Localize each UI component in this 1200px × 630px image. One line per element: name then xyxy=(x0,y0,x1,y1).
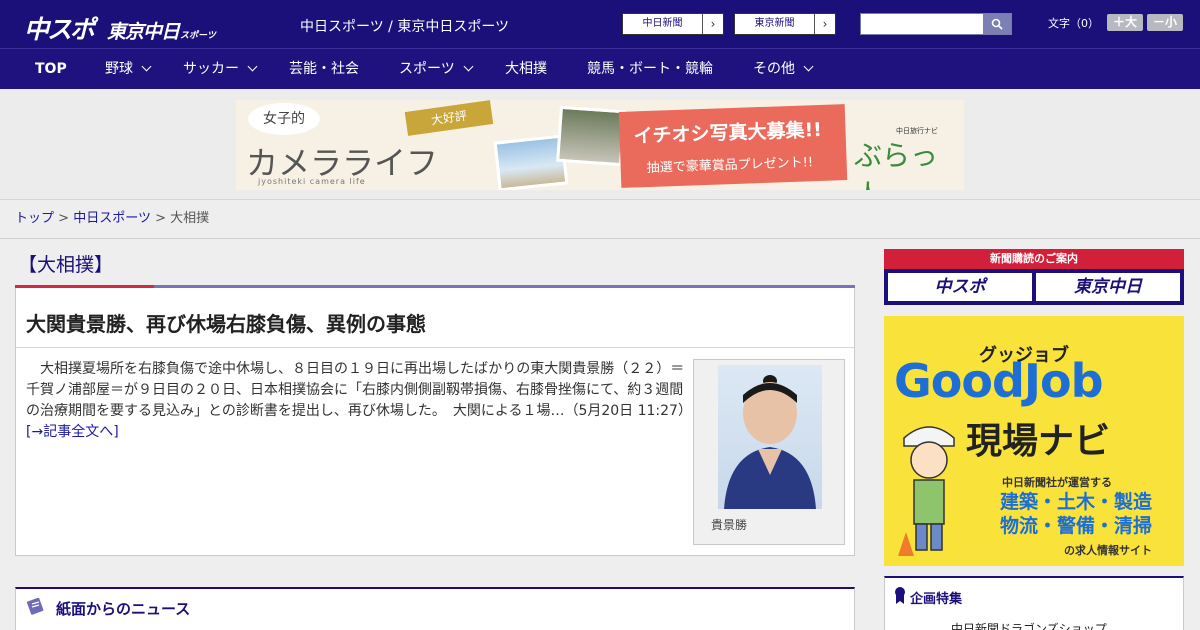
nav-label: 大相撲 xyxy=(505,61,547,77)
goodjob-subtitle: 現場ナビ xyxy=(966,421,1111,462)
read-more-link[interactable]: [→記事全文へ] xyxy=(26,424,119,440)
site-name: 中日スポーツ / 東京中日スポーツ xyxy=(300,19,510,35)
nav-label: その他 xyxy=(753,61,795,77)
nav-label: サッカー xyxy=(183,61,239,77)
camera-life-banner[interactable]: 女子的 カメラライフ jyoshiteki camera life 大好評 イチ… xyxy=(236,100,964,190)
chunichi-shimbun-label: 中日新聞 xyxy=(623,14,703,34)
font-bigger-button[interactable]: ＋大 xyxy=(1107,14,1144,31)
goodjob-fields: 建築・土木・製造 物流・警備・清掃 xyxy=(1000,491,1153,537)
news-section: 紙面からのニュース xyxy=(15,587,855,630)
worker-illustration xyxy=(898,426,955,556)
nav-label: 芸能・社会 xyxy=(289,61,359,77)
main-nav: TOP 野球 サッカー 芸能・社会 スポーツ 大相撲 競馬・ボート・競輪 その他 xyxy=(0,48,1200,89)
banner-brand: ぶらっ人 xyxy=(854,139,939,190)
special-feature-box: 企画特集 中日新聞ドラゴンズショップ xyxy=(884,576,1184,630)
nav-item-sumo[interactable]: 大相撲 xyxy=(505,49,547,89)
banner-subtitle: jyoshiteki camera life xyxy=(258,177,366,186)
search-input[interactable] xyxy=(861,14,983,34)
chevron-down-icon xyxy=(247,61,258,72)
article-summary: 大相撲夏場所を右膝負傷で途中休場し、８日目の１９日に再出場したばかりの東大関貴景… xyxy=(26,359,688,443)
special-feature-item[interactable]: 中日新聞ドラゴンズショップ xyxy=(951,620,1107,630)
nav-item-top[interactable]: TOP xyxy=(35,49,67,89)
article-title[interactable]: 大関貴景勝、再び休場右膝負傷、異例の事態 xyxy=(26,308,426,337)
chevron-right-icon: › xyxy=(822,17,828,31)
breadcrumb: トップ > 中日スポーツ > 大相撲 xyxy=(0,200,1200,239)
nav-item-racing[interactable]: 競馬・ボート・競輪 xyxy=(587,49,713,89)
font-smaller-button[interactable]: －小 xyxy=(1147,14,1184,31)
banner-promo-card: イチオシ写真大募集!! 抽選で豪華賞品プレゼント!! xyxy=(618,104,848,188)
logo-sports: スポーツ xyxy=(180,31,216,41)
photo-caption: 貴景勝 xyxy=(711,518,748,532)
nav-label: 野球 xyxy=(105,61,133,77)
article-photo[interactable]: 貴景勝 xyxy=(693,359,845,545)
site-logo[interactable]: 中スポ 東京中日 スポーツ xyxy=(24,10,216,44)
search-button[interactable] xyxy=(983,14,1011,34)
nav-item-sports[interactable]: スポーツ xyxy=(399,49,474,89)
article-top-border xyxy=(15,285,855,288)
nav-label: スポーツ xyxy=(399,61,455,77)
article-body-text: 大相撲夏場所を右膝負傷で途中休場し、８日目の１９日に再出場したばかりの東大関貴景… xyxy=(26,361,699,419)
nav-label: 競馬・ボート・競輪 xyxy=(587,61,713,77)
tokyo-shimbun-button[interactable]: 東京新聞 › xyxy=(734,13,836,35)
nav-item-entertainment[interactable]: 芸能・社会 xyxy=(289,49,359,89)
logo-tokyo-chunichi: 東京中日 xyxy=(107,21,180,43)
banner-area: 女子的 カメラライフ jyoshiteki camera life 大好評 イチ… xyxy=(0,89,1200,200)
wrestler-photo xyxy=(718,365,822,509)
chevron-down-icon xyxy=(141,61,152,72)
article-card: 大関貴景勝、再び休場右膝負傷、異例の事態 大相撲夏場所を右膝負傷で途中休場し、８… xyxy=(15,285,855,556)
banner-photo-raccoon xyxy=(556,105,626,167)
chunichi-shimbun-button[interactable]: 中日新聞 › xyxy=(622,13,724,35)
banner-sub-headline: 抽選で豪華賞品プレゼント!! xyxy=(646,155,814,177)
chevron-right-icon: › xyxy=(710,17,716,31)
breadcrumb-home[interactable]: トップ xyxy=(15,211,54,226)
search-icon xyxy=(991,18,1003,30)
chevron-down-icon xyxy=(463,61,474,72)
site-header: 中スポ 東京中日 スポーツ 中日スポーツ / 東京中日スポーツ 中日新聞 › 東… xyxy=(0,0,1200,48)
category-heading: 【大相撲】 xyxy=(18,254,114,276)
tokyo-shimbun-label: 東京新聞 xyxy=(735,14,815,34)
search-box xyxy=(860,13,1012,35)
goodjob-title: GoodJob xyxy=(894,354,1104,408)
font-size-control: 文字（0） ＋大 －小 xyxy=(1048,14,1184,31)
nav-item-baseball[interactable]: 野球 xyxy=(105,49,152,89)
banner-bubble: 女子的 xyxy=(248,103,320,135)
divider xyxy=(16,347,854,348)
nav-item-other[interactable]: その他 xyxy=(753,49,814,89)
subscribe-chuspo-button[interactable]: 中スポ xyxy=(888,273,1032,301)
goodjob-ad[interactable]: グッジョブ GoodJob 現場ナビ 中日新聞社が運営する 建築・土木・製造 物… xyxy=(884,316,1184,566)
subscription-heading: 新聞購読のご案内 xyxy=(884,249,1184,269)
special-feature-title: 企画特集 xyxy=(910,592,963,607)
nav-item-soccer[interactable]: サッカー xyxy=(183,49,258,89)
logo-chuspo: 中スポ xyxy=(24,15,95,44)
breadcrumb-separator: > xyxy=(58,211,70,226)
breadcrumb-current: 大相撲 xyxy=(170,211,210,226)
banner-tag: 大好評 xyxy=(404,100,494,136)
nav-label: TOP xyxy=(35,61,67,77)
subscribe-tokyo-chunichi-button[interactable]: 東京中日 xyxy=(1036,273,1180,301)
news-section-title: 紙面からのニュース xyxy=(56,600,191,618)
banner-headline: イチオシ写真大募集!! xyxy=(633,118,823,148)
breadcrumb-parent[interactable]: 中日スポーツ xyxy=(73,211,151,226)
ribbon-icon xyxy=(895,587,905,604)
font-size-label: 文字（0） xyxy=(1048,16,1099,30)
breadcrumb-separator: > xyxy=(155,211,166,226)
chevron-down-icon xyxy=(803,61,814,72)
newspaper-icon xyxy=(26,598,44,615)
goodjob-tagline: の求人情報サイト xyxy=(1064,544,1152,557)
subscription-box: 新聞購読のご案内 中スポ 東京中日 xyxy=(884,249,1184,305)
goodjob-operator: 中日新聞社が運営する xyxy=(1002,476,1112,489)
